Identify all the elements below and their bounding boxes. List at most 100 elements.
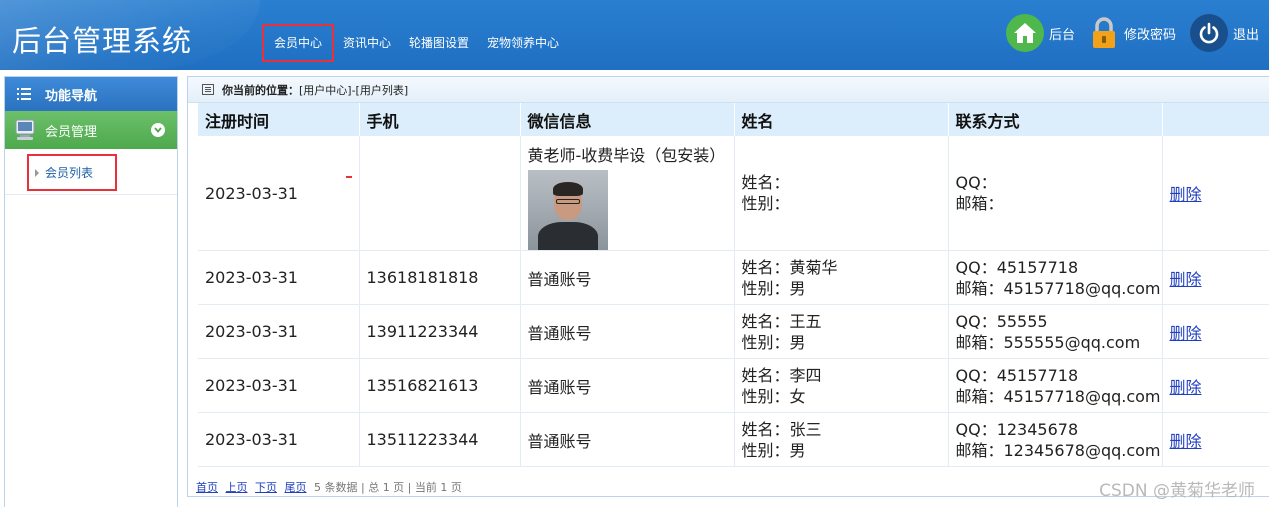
cell-date: 2023-03-31 [198,358,360,413]
cell-phone: 13511223344 [359,412,521,467]
cell-action: 删除 [1162,136,1269,251]
cell-action: 删除 [1162,304,1269,359]
qq-line: QQ： [955,173,997,192]
pager-prev-link[interactable]: 上页 [226,481,248,494]
app-title: 后台管理系统 [12,24,193,58]
sidebar-item-label: 会员列表 [45,166,94,180]
power-icon [1189,14,1228,52]
cell-name: 姓名：张三 性别：男 [734,412,949,467]
gender-line: 性别：女 [741,386,806,406]
col-wechat-info: 微信信息 [520,103,735,136]
name-line: 姓名：黄菊华 [741,257,838,277]
qq-line: QQ：45157718 [955,257,1079,277]
sidebar-title: 功能导航 [45,88,98,104]
nav-carousel-settings[interactable]: 轮播图设置 [400,24,478,62]
email-line: 邮箱： [955,194,1004,213]
cell-date: 2023-03-31 [198,412,360,467]
qq-line: QQ：55555 [955,311,1048,331]
cell-phone: 13911223344 [359,304,521,359]
home-label: 后台 [1048,27,1075,43]
delete-link[interactable]: 删除 [1170,432,1202,451]
cell-action: 删除 [1162,412,1269,467]
email-line: 邮箱：45157718@qq.com [955,386,1161,406]
main-content: 你当前的位置： [用户中心]-[用户列表] 注册时间 手机 微信信息 姓名 联系… [187,76,1269,497]
home-icon [1005,14,1044,52]
delete-link[interactable]: 删除 [1170,378,1202,397]
gender-line: 性别：男 [741,278,806,298]
cell-contact: QQ：45157718 邮箱：45157718@qq.com [948,358,1163,413]
qq-line: QQ：45157718 [955,365,1079,385]
pagination: 首页 上页 下页 尾页 5 条数据 | 总 1 页 | 当前 1 页 [196,479,462,495]
cell-contact: QQ： 邮箱： [948,136,1163,251]
delete-link[interactable]: 删除 [1170,185,1202,204]
user-table: 注册时间 手机 微信信息 姓名 联系方式 2023-03-31 黄老师-收费毕设… [198,103,1269,467]
cell-wechat: 普通账号 [520,412,735,467]
sidebar-group-member-management[interactable]: 会员管理 [5,111,177,149]
avatar-image [527,170,608,250]
home-button[interactable]: 后台 [1005,14,1075,52]
table-row: 2023-03-31 13911223344 普通账号 姓名：王五 性别：男 Q… [198,304,1269,359]
lock-icon [1089,15,1119,51]
red-mark [346,176,352,178]
chevron-down-icon [151,123,165,137]
cell-phone: 13516821613 [359,358,521,413]
sidebar-header: 功能导航 [5,77,177,111]
sidebar-item-member-list[interactable]: 会员列表 [27,154,117,191]
col-actions [1162,103,1269,136]
pager-first-link[interactable]: 首页 [196,481,218,494]
cell-contact: QQ：12345678 邮箱：12345678@qq.com [948,412,1163,467]
top-nav: 会员中心 资讯中心 轮播图设置 宠物领养中心 [262,24,568,62]
col-register-time: 注册时间 [198,103,360,136]
top-header: 后台管理系统 会员中心 资讯中心 轮播图设置 宠物领养中心 后台 修改密码 退出 [0,0,1269,70]
email-line: 邮箱：555555@qq.com [955,332,1141,352]
cell-phone [359,136,521,251]
email-line: 邮箱：45157718@qq.com [955,278,1161,298]
name-line: 姓名： [741,173,790,192]
sidebar-group-label: 会员管理 [45,124,98,140]
wechat-nickname: 黄老师-收费毕设（包安装） [527,146,726,165]
watermark: CSDN @黄菊华老师 [1099,481,1255,501]
breadcrumb: 你当前的位置： [用户中心]-[用户列表] [188,77,1269,103]
delete-link[interactable]: 删除 [1170,324,1202,343]
cell-name: 姓名：李四 性别：女 [734,358,949,413]
nav-pet-adoption[interactable]: 宠物领养中心 [478,24,568,62]
table-row: 2023-03-31 13516821613 普通账号 姓名：李四 性别：女 Q… [198,358,1269,413]
breadcrumb-prefix: 你当前的位置： [222,83,299,97]
table-row: 2023-03-31 黄老师-收费毕设（包安装） 姓名： 性别： QQ： 邮箱：… [198,136,1269,251]
pager-info: 5 条数据 | 总 1 页 | 当前 1 页 [314,481,462,494]
sidebar: 功能导航 会员管理 会员列表 [4,76,178,507]
cell-contact: QQ：55555 邮箱：555555@qq.com [948,304,1163,359]
logout-label: 退出 [1232,27,1259,43]
sidebar-sub-row: 会员列表 [5,149,177,195]
cell-wechat: 普通账号 [520,358,735,413]
nav-member-center[interactable]: 会员中心 [262,24,335,62]
cell-name: 姓名：王五 性别：男 [734,304,949,359]
cell-name: 姓名： 性别： [734,136,949,251]
col-contact: 联系方式 [948,103,1163,136]
gender-line: 性别： [741,194,790,213]
name-line: 姓名：张三 [741,419,822,439]
name-line: 姓名：王五 [741,311,822,331]
change-password-button[interactable]: 修改密码 [1089,15,1176,51]
nav-news-center[interactable]: 资讯中心 [334,24,400,62]
gender-line: 性别：男 [741,440,806,460]
table-row: 2023-03-31 13618181818 普通账号 姓名：黄菊华 性别：男 … [198,250,1269,305]
table-row: 2023-03-31 13511223344 普通账号 姓名：张三 性别：男 Q… [198,412,1269,467]
cell-wechat: 普通账号 [520,304,735,359]
qq-line: QQ：12345678 [955,419,1079,439]
delete-link[interactable]: 删除 [1170,270,1202,289]
gender-line: 性别：男 [741,332,806,352]
col-phone: 手机 [359,103,521,136]
name-line: 姓名：李四 [741,365,822,385]
email-line: 邮箱：12345678@qq.com [955,440,1161,460]
cell-date: 2023-03-31 [198,304,360,359]
cell-wechat: 普通账号 [520,250,735,305]
logout-button[interactable]: 退出 [1189,14,1259,52]
pager-last-link[interactable]: 尾页 [285,481,307,494]
cell-date: 2023-03-31 [198,250,360,305]
cell-date: 2023-03-31 [198,136,360,251]
cell-wechat: 黄老师-收费毕设（包安装） [520,136,735,251]
cell-name: 姓名：黄菊华 性别：男 [734,250,949,305]
pager-next-link[interactable]: 下页 [255,481,277,494]
computer-icon [15,119,35,140]
